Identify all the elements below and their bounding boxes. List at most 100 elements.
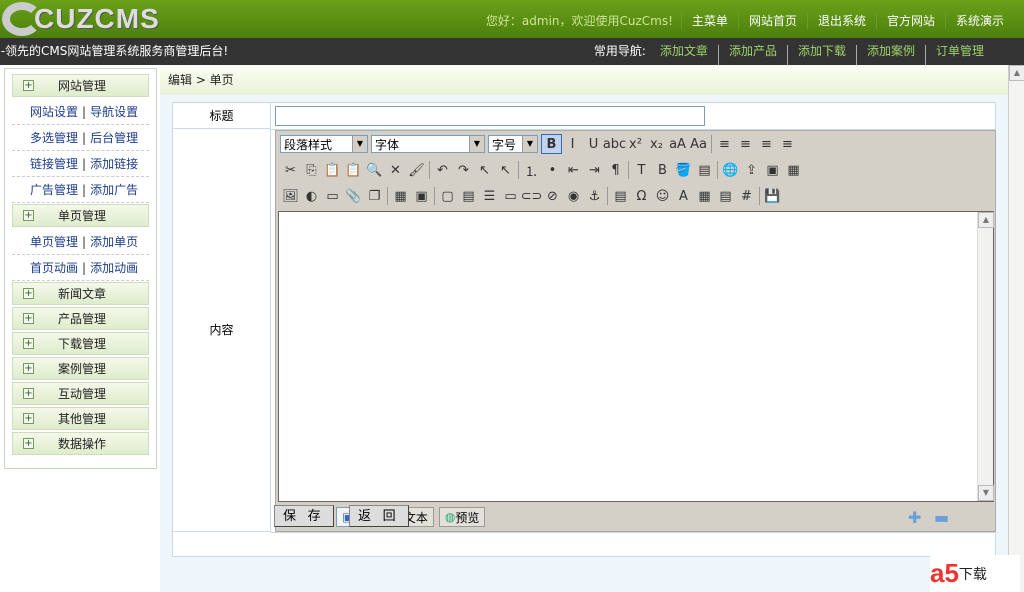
toolbar-button-icon[interactable]: A [673, 186, 694, 206]
toolbar-button-icon[interactable]: ▦ [390, 186, 411, 206]
shrink-icon[interactable]: ▬ [934, 508, 949, 527]
toolbar-button-icon[interactable]: ⇪ [741, 160, 762, 180]
toolbar-button-icon[interactable]: T [631, 160, 652, 180]
toolbar-button-icon[interactable]: • [542, 160, 563, 180]
toolbar-button-icon[interactable]: B [541, 134, 562, 154]
size-select[interactable]: 字号 ▼ [488, 135, 538, 153]
toolbar-button-icon[interactable]: ≡ [756, 134, 777, 154]
toolbar-button-icon[interactable]: Ω [631, 186, 652, 206]
toolbar-button-icon[interactable]: x² [625, 134, 646, 154]
toolbar-button-icon[interactable]: aA [667, 134, 688, 154]
quick-add-case[interactable]: 添加案例 [855, 45, 925, 65]
sidebar-link[interactable]: 首页动画 [30, 261, 78, 275]
quick-add-product[interactable]: 添加产品 [717, 45, 787, 65]
toolbar-button-icon[interactable]: 🪣 [673, 160, 694, 180]
sidebar-link[interactable]: 添加广告 [90, 183, 138, 197]
toolbar-button-icon[interactable]: ✕ [385, 160, 406, 180]
nav-logout[interactable]: 退出系统 [806, 12, 876, 29]
toolbar-button-icon[interactable]: ▭ [500, 186, 521, 206]
scroll-down-icon[interactable]: ▼ [978, 485, 994, 501]
scroll-up-icon[interactable]: ▲ [978, 212, 994, 228]
toolbar-button-icon[interactable]: ✂ [280, 160, 301, 180]
page-scrollbar[interactable]: ▲ [1008, 65, 1024, 592]
sidebar-group[interactable]: + 互动管理 [12, 382, 149, 405]
toolbar-button-icon[interactable]: ↖ [474, 160, 495, 180]
toolbar-button-icon[interactable]: 🌐 [720, 160, 741, 180]
toolbar-button-icon[interactable]: 📋 [343, 160, 364, 180]
toolbar-button-icon[interactable]: ⇤ [563, 160, 584, 180]
toolbar-button-icon[interactable]: abc [603, 134, 626, 154]
sidebar-link[interactable]: 导航设置 [90, 105, 138, 119]
toolbar-button-icon[interactable]: ⇥ [584, 160, 605, 180]
sidebar-link[interactable]: 单页管理 [30, 235, 78, 249]
toolbar-button-icon[interactable]: 📎 [343, 186, 364, 206]
sidebar-group[interactable]: + 下载管理 [12, 332, 149, 355]
sidebar-link[interactable]: 后台管理 [90, 131, 138, 145]
toolbar-button-icon[interactable]: ▭ [322, 186, 343, 206]
toolbar-button-icon[interactable]: I [562, 134, 583, 154]
toolbar-button-icon[interactable]: ▢ [437, 186, 458, 206]
toolbar-button-icon[interactable]: ⎘ [301, 160, 322, 180]
toolbar-button-icon[interactable]: ⊘ [542, 186, 563, 206]
title-input[interactable] [275, 106, 705, 126]
scroll-up-icon[interactable]: ▲ [1009, 65, 1024, 81]
sidebar-group[interactable]: + 产品管理 [12, 307, 149, 330]
sidebar-group-page[interactable]: + 单页管理 [12, 204, 149, 227]
toolbar-button-icon[interactable]: ¶ [605, 160, 626, 180]
editor-scrollbar[interactable]: ▲ ▼ [977, 212, 994, 501]
toolbar-button-icon[interactable]: ▦ [783, 160, 804, 180]
sidebar-group[interactable]: + 新闻文章 [12, 282, 149, 305]
toolbar-button-icon[interactable]: ◐ [301, 186, 322, 206]
toolbar-button-icon[interactable]: ⚓ [584, 186, 605, 206]
nav-main-menu[interactable]: 主菜单 [680, 12, 738, 29]
toolbar-button-icon[interactable]: ≡ [735, 134, 756, 154]
quick-add-article[interactable]: 添加文章 [650, 45, 718, 65]
toolbar-button-icon[interactable]: ❐ [364, 186, 385, 206]
mode-preview-button[interactable]: ◍ 预览 [438, 507, 486, 527]
toolbar-button-icon[interactable]: ☺ [652, 186, 673, 206]
toolbar-button-icon[interactable]: ≡ [777, 134, 798, 154]
toolbar-button-icon[interactable]: 📋 [322, 160, 343, 180]
sidebar-link[interactable]: 多选管理 [30, 131, 78, 145]
sidebar-link[interactable]: 添加动画 [90, 261, 138, 275]
content-editable-area[interactable]: ▲ ▼ [278, 211, 994, 502]
sidebar-group[interactable]: + 数据操作 [12, 432, 149, 455]
font-select[interactable]: 字体 ▼ [371, 135, 485, 153]
nav-site-home[interactable]: 网站首页 [737, 12, 807, 29]
sidebar-group-site[interactable]: + 网站管理 [12, 74, 149, 97]
sidebar-link[interactable]: 网站设置 [30, 105, 78, 119]
toolbar-button-icon[interactable]: ☰ [479, 186, 500, 206]
toolbar-button-icon[interactable]: 🔍 [364, 160, 385, 180]
toolbar-button-icon[interactable]: ◉ [563, 186, 584, 206]
nav-demo[interactable]: 系统演示 [944, 12, 1014, 29]
nav-official-site[interactable]: 官方网站 [875, 12, 945, 29]
toolbar-button-icon[interactable]: 💾 [762, 186, 783, 206]
toolbar-button-icon[interactable]: ▦ [694, 186, 715, 206]
toolbar-button-icon[interactable]: # [736, 186, 757, 206]
enlarge-icon[interactable]: ✚ [908, 508, 921, 527]
save-button[interactable]: 保 存 [274, 505, 334, 527]
toolbar-button-icon[interactable]: ↖ [495, 160, 516, 180]
toolbar-button-icon[interactable]: ▤ [694, 160, 715, 180]
toolbar-button-icon[interactable]: ↶ [432, 160, 453, 180]
toolbar-button-icon[interactable]: ▤ [458, 186, 479, 206]
sidebar-link[interactable]: 添加链接 [90, 157, 138, 171]
toolbar-button-icon[interactable]: ▤ [610, 186, 631, 206]
toolbar-button-icon[interactable]: ▣ [762, 160, 783, 180]
toolbar-button-icon[interactable]: ▣ [411, 186, 432, 206]
quick-add-download[interactable]: 添加下载 [786, 45, 856, 65]
toolbar-button-icon[interactable]: U [583, 134, 604, 154]
toolbar-button-icon[interactable]: ↷ [453, 160, 474, 180]
toolbar-button-icon[interactable]: 🖼 [280, 186, 301, 206]
sidebar-group[interactable]: + 案例管理 [12, 357, 149, 380]
toolbar-button-icon[interactable]: x₂ [646, 134, 667, 154]
toolbar-button-icon[interactable]: ⊂⊃ [521, 186, 543, 206]
sidebar-link[interactable]: 添加单页 [90, 235, 138, 249]
toolbar-button-icon[interactable]: ⒈ [521, 160, 542, 180]
toolbar-button-icon[interactable]: ≡ [714, 134, 735, 154]
toolbar-button-icon[interactable]: B [652, 160, 673, 180]
sidebar-link[interactable]: 广告管理 [30, 183, 78, 197]
back-button[interactable]: 返 回 [349, 505, 409, 527]
toolbar-button-icon[interactable]: ▤ [715, 186, 736, 206]
sidebar-group[interactable]: + 其他管理 [12, 407, 149, 430]
